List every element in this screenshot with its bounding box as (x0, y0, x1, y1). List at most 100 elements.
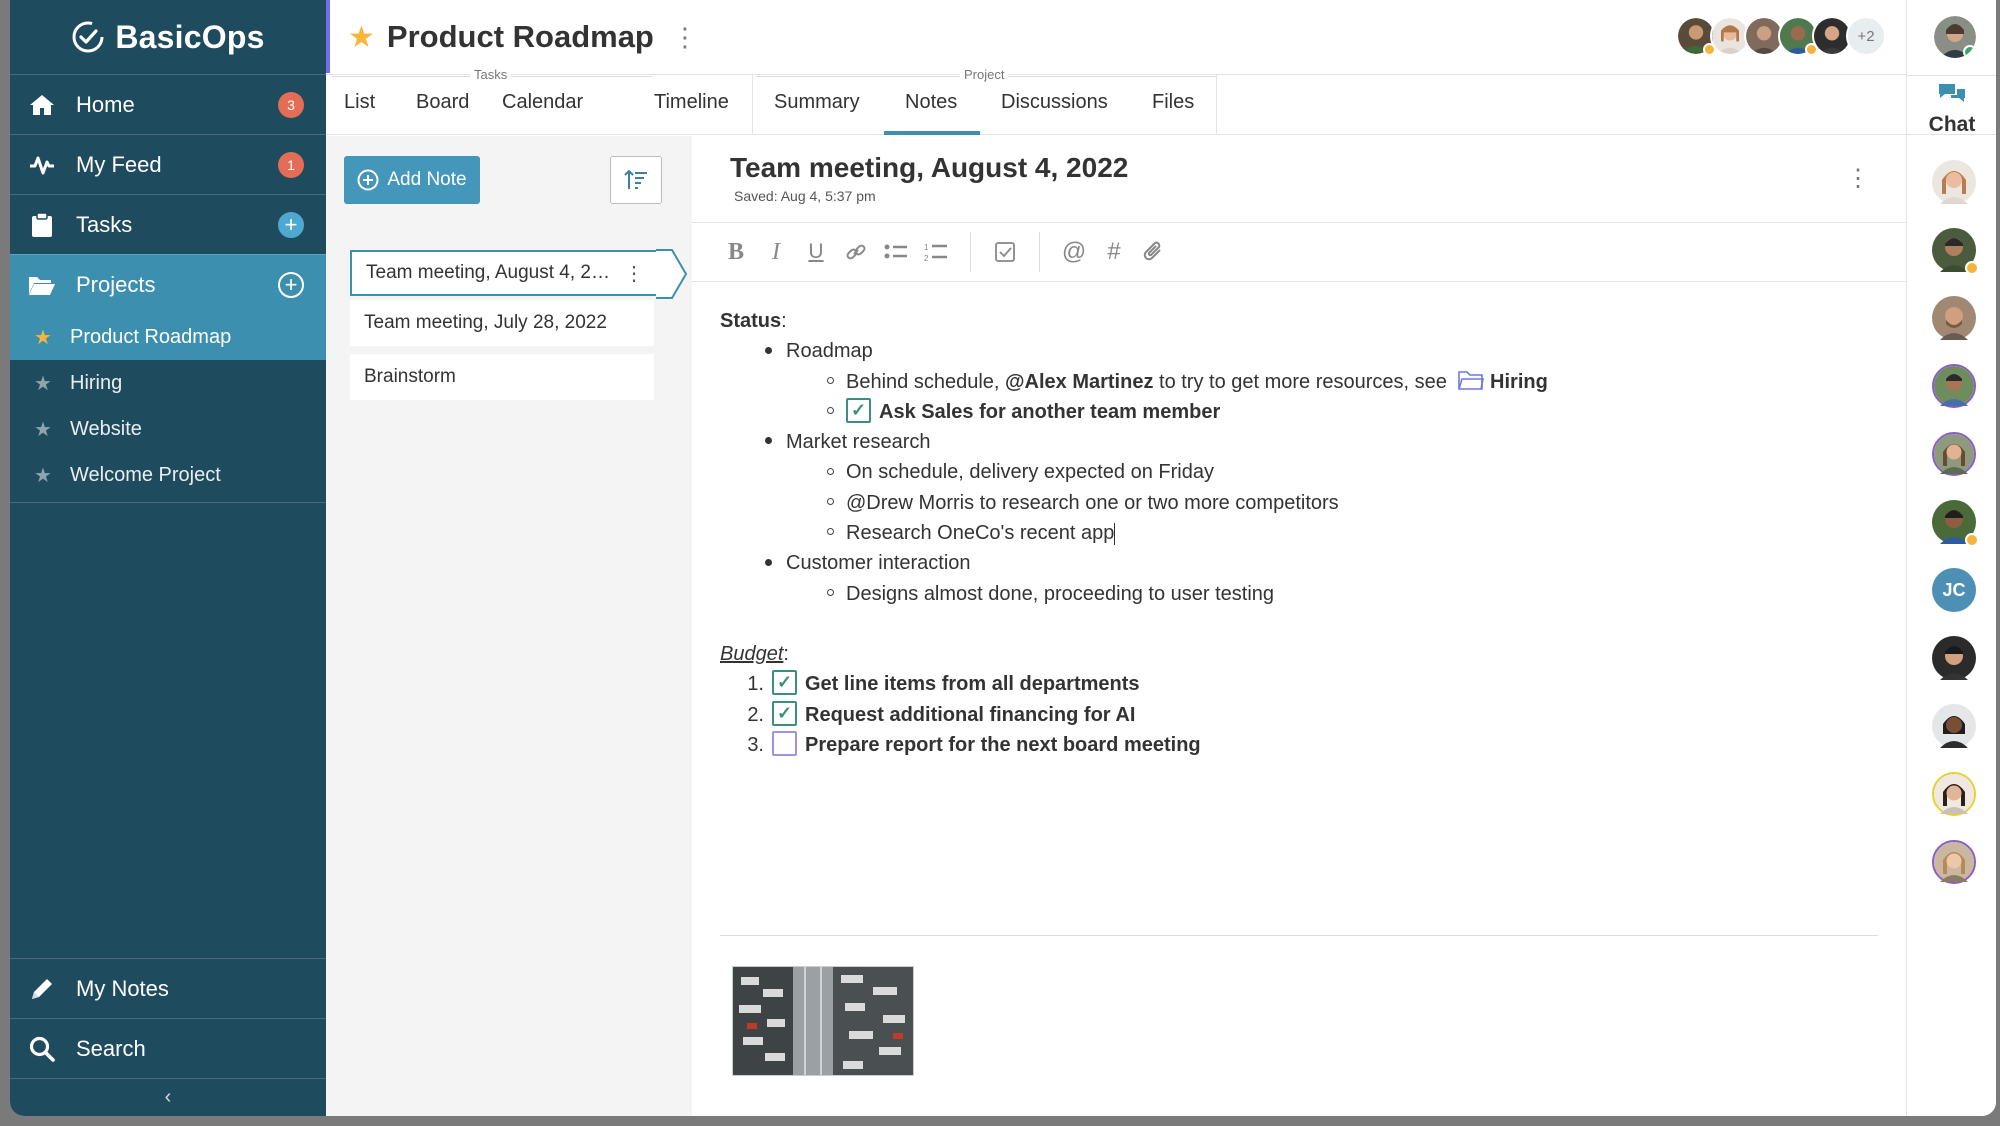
add-note-label: Add Note (387, 169, 467, 190)
project-item-website[interactable]: ★ Website (10, 406, 326, 452)
app-logo[interactable]: BasicOps (10, 0, 326, 74)
more-members-badge[interactable]: +2 (1846, 16, 1886, 56)
hashtag-icon[interactable]: # (1094, 232, 1134, 272)
nav-my-feed[interactable]: My Feed 1 (10, 134, 326, 194)
link-icon[interactable] (836, 232, 876, 272)
note-body[interactable]: Status: Roadmap Behind schedule, @Alex M… (720, 306, 1548, 760)
nav-home[interactable]: Home 3 (10, 74, 326, 134)
chat-contact-avatar[interactable] (1932, 500, 1979, 547)
list-item: Research OneCo's recent app (720, 518, 1548, 548)
text-cursor (1114, 522, 1116, 545)
tab-timeline[interactable]: Timeline (654, 91, 729, 114)
numbered-list-icon[interactable]: 12 (916, 232, 956, 272)
logo-icon (72, 21, 104, 53)
nav-projects[interactable]: Projects + (10, 254, 326, 314)
image-attachment-thumbnail[interactable] (732, 966, 914, 1076)
project-label: Product Roadmap (70, 325, 232, 348)
budget-heading: Budget (720, 642, 784, 665)
mention-alex-martinez[interactable]: @Alex Martinez (1005, 371, 1153, 393)
star-icon[interactable]: ★ (34, 417, 54, 442)
project-label: Welcome Project (70, 463, 221, 486)
header-accent-bar (326, 0, 330, 73)
add-project-button[interactable]: + (278, 271, 304, 298)
list-item-text: Behind schedule, (846, 370, 1006, 393)
app-window: BasicOps Home 3 My Feed 1 Tasks + Projec… (10, 0, 1996, 1116)
project-menu-icon[interactable]: ⋮ (672, 24, 698, 50)
tab-list[interactable]: List (344, 91, 375, 114)
project-members[interactable]: +2 (1676, 16, 1886, 56)
notes-list-panel: Add Note Team meeting, August 4, 2022 ⋮ … (326, 136, 692, 1116)
tab-summary[interactable]: Summary (774, 91, 860, 114)
project-item-welcome-project[interactable]: ★ Welcome Project (10, 452, 326, 498)
chat-contact-avatar[interactable] (1932, 160, 1976, 204)
note-list-item-title: Team meeting, July 28, 2022 (364, 312, 607, 333)
chat-contact-avatar[interactable] (1932, 432, 1976, 476)
nav-projects-label: Projects (76, 271, 156, 297)
chat-contact-initials-avatar[interactable]: JC (1932, 568, 1976, 612)
item-number: 1. (747, 673, 764, 696)
tab-files[interactable]: Files (1152, 91, 1194, 114)
sort-notes-button[interactable] (610, 156, 662, 204)
task-checkbox-unchecked[interactable] (772, 731, 797, 757)
note-list-item[interactable]: Team meeting, August 4, 2022 ⋮ (350, 250, 672, 296)
task-checkbox-checked[interactable]: ✓ (772, 670, 797, 696)
note-menu-icon[interactable]: ⋮ (624, 261, 644, 286)
toolbar-divider (970, 232, 971, 272)
project-group-label: Project (960, 67, 1009, 82)
activity-icon (28, 151, 56, 179)
note-title[interactable]: Team meeting, August 4, 2022 (730, 152, 1128, 184)
tab-end-separator (1216, 75, 1217, 135)
bullet-list-icon[interactable] (876, 232, 916, 272)
favorite-star-icon[interactable]: ★ (348, 20, 375, 55)
tab-notes[interactable]: Notes (905, 91, 957, 114)
mention-icon[interactable]: @ (1054, 232, 1094, 272)
tab-discussions[interactable]: Discussions (1001, 91, 1108, 114)
task-text: Request additional financing for AI (805, 703, 1136, 726)
attachment-icon[interactable] (1134, 232, 1174, 272)
note-list-item[interactable]: Team meeting, July 28, 2022 (350, 300, 654, 346)
tab-group-separator (752, 75, 753, 135)
sidebar: BasicOps Home 3 My Feed 1 Tasks + Projec… (10, 0, 326, 1116)
status-heading-row: Status: (720, 310, 787, 332)
italic-icon[interactable]: I (756, 232, 796, 272)
list-item-text: Research OneCo's recent app (846, 522, 1115, 545)
chat-contact-avatar[interactable] (1932, 704, 1976, 748)
tab-board[interactable]: Board (416, 91, 469, 114)
nav-search[interactable]: Search (10, 1018, 326, 1078)
folder-icon (1458, 370, 1485, 390)
chat-contact-avatar[interactable] (1932, 772, 1976, 816)
folder-reference[interactable]: Hiring (1458, 370, 1548, 393)
star-icon[interactable]: ★ (34, 371, 54, 396)
add-note-button[interactable]: Add Note (344, 156, 480, 204)
chat-contact-avatar[interactable] (1932, 840, 1976, 884)
app-name: BasicOps (115, 18, 265, 55)
bullet (765, 346, 772, 354)
project-item-hiring[interactable]: ★ Hiring (10, 360, 326, 406)
current-user-avatar[interactable] (1934, 16, 1976, 58)
nav-my-notes[interactable]: My Notes (10, 958, 326, 1018)
star-icon[interactable]: ★ (34, 463, 54, 488)
chat-contact-avatar[interactable] (1932, 228, 1979, 275)
collapse-sidebar-button[interactable]: ‹ (10, 1078, 326, 1116)
chat-rail: Chat JC (1906, 0, 1996, 1116)
add-task-button[interactable]: + (278, 211, 304, 238)
task-checkbox-checked[interactable]: ✓ (846, 398, 871, 424)
underline-icon[interactable]: U (796, 232, 836, 272)
nav-tasks[interactable]: Tasks + (10, 194, 326, 254)
project-item-product-roadmap[interactable]: ★ Product Roadmap (10, 314, 326, 360)
bold-icon[interactable]: B (716, 232, 756, 272)
chevron-left-icon: ‹ (164, 1086, 172, 1108)
chat-contact-avatar[interactable] (1932, 636, 1976, 680)
checkbox-icon[interactable] (985, 232, 1025, 272)
task-checkbox-checked[interactable]: ✓ (772, 700, 797, 726)
list-item-text: Customer interaction (786, 552, 971, 575)
tab-calendar[interactable]: Calendar (502, 91, 583, 114)
bullet (765, 437, 772, 445)
chat-button[interactable]: Chat (1907, 75, 1996, 136)
star-icon[interactable]: ★ (34, 325, 54, 350)
bullet (827, 528, 834, 536)
note-options-icon[interactable]: ⋮ (1846, 164, 1870, 193)
chat-contact-avatar[interactable] (1932, 296, 1976, 340)
chat-contact-avatar[interactable] (1932, 364, 1976, 408)
note-list-item[interactable]: Brainstorm (350, 354, 654, 400)
